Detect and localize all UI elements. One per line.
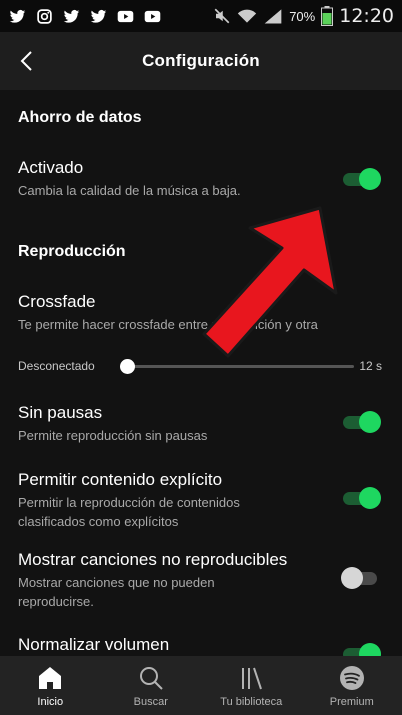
toggle-knob xyxy=(341,567,363,589)
nav-label-library: Tu biblioteca xyxy=(220,696,283,708)
page-title: Configuración xyxy=(142,51,260,70)
back-icon[interactable] xyxy=(12,46,42,76)
nav-item-premium[interactable]: Premium xyxy=(302,656,402,715)
nav-label-premium: Premium xyxy=(329,696,374,708)
toggle-knob xyxy=(359,411,381,433)
normalize-toggle[interactable] xyxy=(341,642,381,656)
section-title-data-saver: Ahorro de datos xyxy=(18,109,142,126)
instagram-icon xyxy=(37,8,52,24)
toggle-knob xyxy=(359,643,381,656)
battery-icon xyxy=(321,6,334,26)
notification-icons xyxy=(0,8,162,25)
setting-subtitle-unplayable: Mostrar canciones que no pueden reproduc… xyxy=(18,575,215,609)
nav-item-home[interactable]: Inicio xyxy=(0,656,101,715)
library-icon xyxy=(242,667,263,690)
youtube-icon xyxy=(117,10,134,22)
status-bar: R 70% 12:20 xyxy=(0,0,402,32)
app-header: Configuración xyxy=(0,32,402,90)
spotify-icon xyxy=(339,666,364,690)
nav-label-home: Inicio xyxy=(37,696,64,708)
red-arrow-annotation xyxy=(202,206,338,358)
bottom-nav: Inicio Buscar Tu biblioteca Premium xyxy=(0,656,402,715)
clock: 12:20 xyxy=(339,5,394,27)
crossfade-min-label: Desconectado xyxy=(18,359,95,373)
setting-subtitle-explicit: Permitir la reproducción de contenidos c… xyxy=(18,495,240,529)
nav-item-library[interactable]: Tu biblioteca xyxy=(201,656,302,715)
setting-title-explicit: Permitir contenido explícito xyxy=(18,470,223,489)
youtube-icon xyxy=(144,10,161,22)
setting-title-gapless: Sin pausas xyxy=(18,403,103,422)
setting-title-activated: Activado xyxy=(18,158,84,177)
crossfade-max-label: 12 s xyxy=(359,359,382,373)
signal-icon: R xyxy=(264,9,282,24)
setting-title-crossfade: Crossfade xyxy=(18,292,96,311)
section-title-playback: Reproducción xyxy=(18,243,126,260)
network-badge: R xyxy=(271,9,276,17)
setting-title-normalize: Normalizar volumen xyxy=(18,635,170,654)
crossfade-slider-knob[interactable] xyxy=(120,359,135,374)
nav-label-search: Buscar xyxy=(133,696,168,708)
settings-list[interactable]: Ahorro de datos Activado Cambia la calid… xyxy=(0,90,402,656)
toggle-knob xyxy=(359,168,381,190)
battery-percent: 70% xyxy=(289,8,316,24)
system-status: R 70% 12:20 xyxy=(213,0,394,32)
setting-title-unplayable: Mostrar canciones no reproducibles xyxy=(18,550,288,569)
toggle-knob xyxy=(359,487,381,509)
unplayable-toggle[interactable] xyxy=(341,566,381,590)
explicit-toggle[interactable] xyxy=(341,486,381,510)
search-icon xyxy=(139,667,163,690)
mute-icon xyxy=(214,8,230,24)
data-saver-toggle[interactable] xyxy=(341,167,381,191)
wifi-icon xyxy=(238,9,257,23)
twitter-icon xyxy=(9,9,26,23)
nav-item-search[interactable]: Buscar xyxy=(101,656,202,715)
setting-subtitle-gapless: Permite reproducción sin pausas xyxy=(18,428,208,443)
home-icon xyxy=(39,667,62,689)
gapless-toggle[interactable] xyxy=(341,410,381,434)
twitter-icon xyxy=(90,9,107,23)
twitter-icon xyxy=(63,9,80,23)
